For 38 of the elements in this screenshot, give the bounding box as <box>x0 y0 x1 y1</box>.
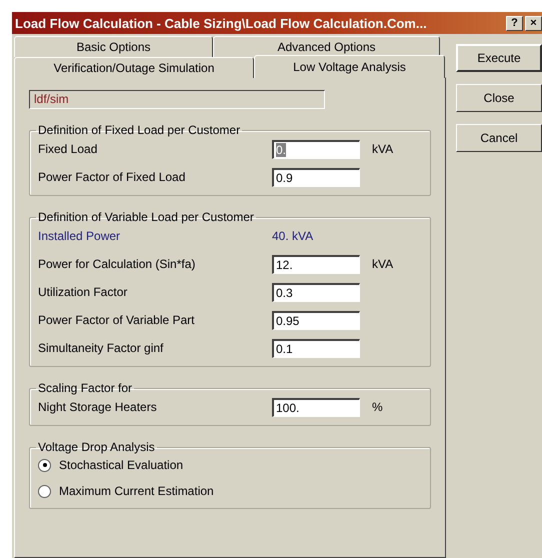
field-label: Power Factor of Fixed Load <box>38 170 186 184</box>
radio-label[interactable]: Stochastical Evaluation <box>59 458 184 472</box>
group-title: Definition of Fixed Load per Customer <box>37 123 242 137</box>
field-label: Simultaneity Factor ginf <box>38 341 164 355</box>
tab[interactable]: Low Voltage Analysis <box>254 55 445 78</box>
radio-button[interactable] <box>38 484 51 498</box>
input-field[interactable]: 0.1 <box>272 338 360 358</box>
field-label: Power for Calculation (Sin*fa) <box>38 257 196 271</box>
input-field[interactable]: 100. <box>272 398 360 416</box>
dialog-button[interactable]: Cancel <box>456 124 542 152</box>
info-label: Installed Power <box>38 229 122 243</box>
info-value: 40. kVA <box>272 229 314 243</box>
field-label: Fixed Load <box>38 142 98 156</box>
input-field[interactable]: 0.9 <box>272 168 360 186</box>
unit-label: % <box>372 400 383 414</box>
field-label: Night Storage Heaters <box>38 400 158 414</box>
field-label: Utilization Factor <box>38 285 128 299</box>
tab[interactable]: Advanced Options <box>213 36 440 57</box>
input-field[interactable]: 12. <box>272 254 360 274</box>
unit-label: kVA <box>372 257 394 271</box>
path-field[interactable]: ldf/sim <box>29 90 325 109</box>
field-label: Power Factor of Variable Part <box>38 313 196 327</box>
help-button[interactable]: ? <box>506 16 523 30</box>
window-title: Load Flow Calculation - Cable Sizing\Load Flow Calculation.Com... <box>15 16 427 30</box>
input-field[interactable]: 0.3 <box>272 282 360 302</box>
input-field[interactable]: 0.95 <box>272 310 360 330</box>
radio-button[interactable] <box>38 458 51 472</box>
group-title: Definition of Variable Load per Customer <box>37 210 255 224</box>
group-title: Scaling Factor for <box>37 381 134 395</box>
dialog-button[interactable]: Close <box>456 84 542 112</box>
dialog-button[interactable]: Execute <box>456 44 542 72</box>
tab[interactable]: Basic Options <box>14 36 213 57</box>
unit-label: kVA <box>372 142 394 156</box>
tab[interactable]: Verification/Outage Simulation <box>14 57 254 78</box>
input-field[interactable]: 0. <box>272 140 360 158</box>
radio-label[interactable]: Maximum Current Estimation <box>59 484 214 498</box>
close-button[interactable]: × <box>525 16 542 30</box>
group-title: Voltage Drop Analysis <box>37 440 156 454</box>
